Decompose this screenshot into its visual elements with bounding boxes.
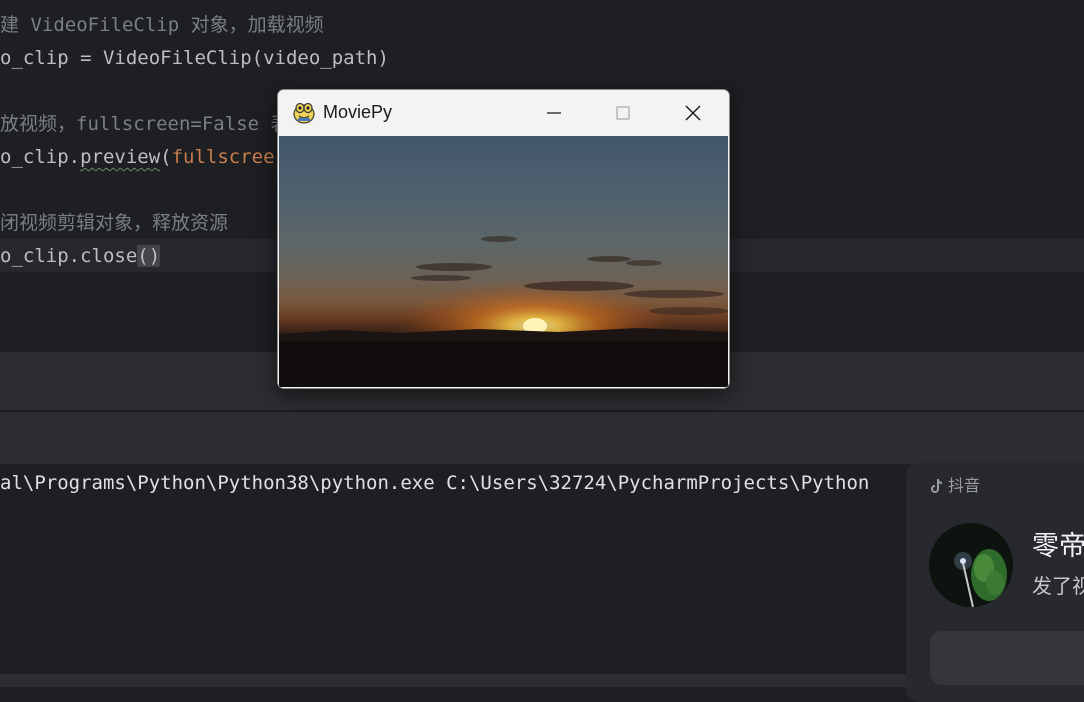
avatar-night-tree-image bbox=[929, 523, 1013, 607]
douyin-logo-icon bbox=[931, 479, 943, 493]
notification-title: 零帝 bbox=[1032, 531, 1084, 562]
notification-app-name: 抖音 bbox=[948, 476, 981, 495]
maximize-button[interactable] bbox=[600, 90, 646, 135]
close-button[interactable] bbox=[670, 90, 716, 135]
minimize-button[interactable] bbox=[531, 90, 577, 135]
close-icon bbox=[685, 105, 701, 120]
notification-subtitle: 发了视 bbox=[1032, 574, 1084, 598]
moviepy-window-title: MoviePy bbox=[323, 102, 393, 122]
avatar bbox=[929, 523, 1013, 607]
sunset-scene-image bbox=[279, 236, 729, 387]
code-line-close: o_clip.close() bbox=[0, 240, 161, 273]
code-token-prefix: o_clip. bbox=[0, 146, 81, 168]
code-token-preview: preview bbox=[80, 146, 161, 168]
notification-reply-field[interactable] bbox=[930, 631, 1084, 685]
code-comment-line-1: 建 VideoFileClip 对象，加载视频 bbox=[0, 14, 324, 36]
code-line-preview: o_clip.preview(fullscree bbox=[0, 141, 275, 174]
code-token-kwarg: fullscree bbox=[171, 146, 275, 168]
code-line-videofileclip: o_clip = VideoFileClip(video_path) bbox=[0, 47, 389, 69]
minimize-icon bbox=[547, 111, 561, 114]
code-token-paren-highlight: () bbox=[137, 245, 161, 267]
code-token-close: o_clip.close bbox=[0, 245, 138, 267]
moviepy-window[interactable]: MoviePy bbox=[277, 89, 730, 389]
console-command-line: al\Programs\Python\Python38\python.exe C… bbox=[0, 472, 870, 494]
pygame-snake-icon bbox=[293, 102, 315, 124]
code-comment-line-2: 放视频，fullscreen=False 表 bbox=[0, 113, 290, 135]
run-toolbar bbox=[0, 412, 1084, 464]
moviepy-titlebar[interactable]: MoviePy bbox=[278, 90, 729, 135]
code-token-paren: ( bbox=[160, 146, 172, 168]
code-comment-line-3: 闭视频剪辑对象，释放资源 bbox=[0, 212, 229, 234]
video-frame-sunset bbox=[279, 136, 729, 387]
douyin-notification[interactable]: 抖音 零帝 发了视 bbox=[906, 462, 1084, 702]
maximize-icon bbox=[616, 105, 630, 120]
